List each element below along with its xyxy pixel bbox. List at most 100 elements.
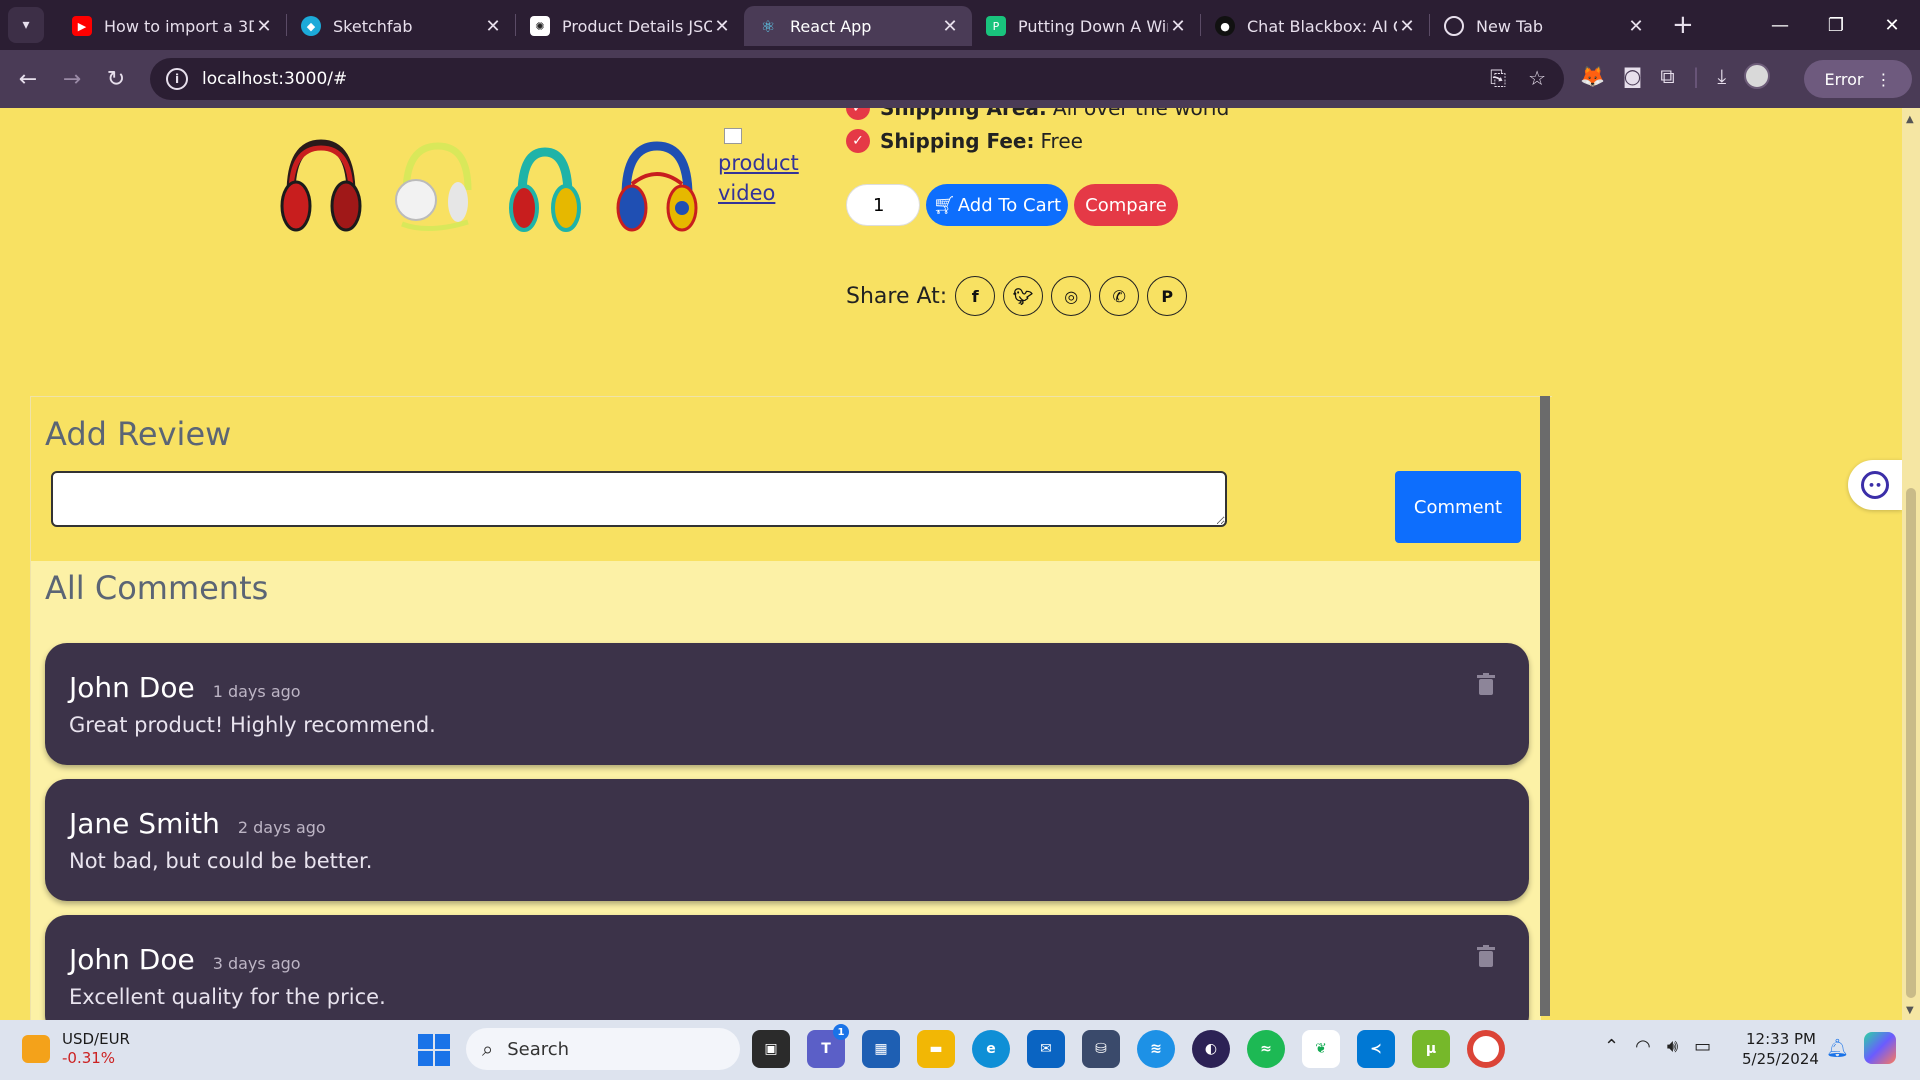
tab-putting-down-wire[interactable]: P Putting Down A Wire ✕ [972,6,1200,46]
comment-button[interactable]: Comment [1395,471,1521,543]
chevron-up-icon[interactable]: ⌃ [1604,1036,1619,1057]
spotify-icon[interactable]: ≈ [1247,1030,1285,1068]
scroll-down-icon[interactable]: ▼ [1906,1005,1914,1016]
product-video-link[interactable]: product video [718,128,799,208]
copilot-icon[interactable] [1864,1032,1896,1064]
thumbnail-white-headphones[interactable] [388,134,478,244]
notification-bell-icon[interactable]: 🔔︎ [1826,1038,1849,1059]
pinterest-icon[interactable]: P [1147,276,1188,316]
close-icon[interactable]: ✕ [1626,16,1646,37]
instagram-icon[interactable]: ◎ [1051,276,1092,316]
reload-icon[interactable]: ↻ [94,67,138,92]
mysql-workbench-icon[interactable]: ⛁ [1082,1030,1120,1068]
facebook-icon[interactable]: f [955,276,996,316]
currency-icon [22,1035,50,1063]
thumbnail-red-headphones[interactable] [276,134,366,244]
scrollbar-thumb[interactable] [1906,488,1916,998]
close-icon[interactable]: ✕ [1168,16,1188,37]
new-tab-button[interactable]: + [1672,10,1694,40]
profile-avatar[interactable] [1744,63,1771,89]
docker-icon[interactable]: ≋ [1137,1030,1175,1068]
close-icon[interactable]: ✕ [1397,16,1417,37]
quantity-input[interactable]: 1 [846,184,920,226]
add-to-cart-button[interactable]: 🛒︎ Add To Cart [926,184,1068,226]
comment-author: John Doe [69,671,195,704]
restore-icon[interactable]: ❐ [1808,15,1864,36]
close-icon[interactable]: ✕ [254,16,274,37]
shipping-fee-value: Free [1040,129,1083,153]
edge-icon[interactable]: e [972,1030,1010,1068]
comment-card: John Doe 3 days ago Excellent quality for… [45,915,1529,1020]
whatsapp-icon[interactable]: ✆ [1099,276,1140,316]
file-explorer-icon[interactable]: ▬ [917,1030,955,1068]
close-window-icon[interactable]: ✕ [1864,15,1920,36]
product-video-alt-text[interactable]: product video [718,148,799,208]
comment-time: 2 days ago [237,818,326,837]
close-icon[interactable]: ✕ [483,16,503,37]
react-icon: ⚛ [760,16,776,36]
teams-badge: 1 [833,1024,849,1040]
comment-card: Jane Smith 2 days ago Not bad, but could … [45,779,1529,901]
close-icon[interactable]: ✕ [940,16,960,37]
mail-icon[interactable]: ✉ [1027,1030,1065,1068]
shipping-area-row: ✓ Shipping Area: All over the world [846,108,1229,120]
mongodb-icon[interactable]: ❦ [1302,1030,1340,1068]
comment-author: Jane Smith [69,807,220,840]
taskbar-search[interactable]: ⌕ Search [466,1028,740,1070]
thumbnail-teal-headphones[interactable] [500,134,590,244]
scroll-up-icon[interactable]: ▲ [1906,114,1914,125]
bookmark-star-icon[interactable]: ☆ [1528,66,1546,90]
extensions-area: 🦊 ◙ ⧉ | ⤓ [1580,63,1771,89]
tab-search-menu-button[interactable]: ▾ [8,7,44,43]
battery-icon[interactable]: ▭ [1694,1036,1711,1057]
assistant-widget-button[interactable]: •• [1848,460,1902,510]
twitter-icon[interactable]: 🐦︎ [1003,276,1044,316]
trash-icon[interactable] [1477,945,1495,967]
check-circle-icon: ✓ [846,108,870,120]
youtube-icon: ▶ [72,16,92,36]
currency-widget[interactable]: USD/EUR -0.31% [22,1030,130,1068]
comment-text: Not bad, but could be better. [69,849,373,873]
site-info-icon[interactable]: i [166,68,188,90]
download-icon[interactable]: ⤓ [1717,64,1726,88]
address-bar[interactable]: i localhost:3000/# ⎘ ☆ [150,58,1564,100]
tab-product-json[interactable]: ✺ Product Details JSON ✕ [516,6,744,46]
extensions-puzzle-icon[interactable]: ⧉ [1660,64,1674,88]
url-text[interactable]: localhost:3000/# [202,69,347,89]
eclipse-icon[interactable]: ◐ [1192,1030,1230,1068]
tab-sketchfab[interactable]: ◆ Sketchfab ✕ [287,6,515,46]
install-app-icon[interactable]: ⎘ [1490,66,1506,90]
broken-image-icon [724,128,742,144]
tab-title: Putting Down A Wire [1018,16,1168,36]
page-scrollbar[interactable]: ▲ ▼ [1902,108,1920,1020]
comment-text: Great product! Highly recommend. [69,713,436,737]
comment-author: John Doe [69,943,195,976]
volume-icon[interactable]: 🔊︎ [1667,1036,1678,1057]
shipping-area-label: Shipping Area: [880,108,1047,120]
error-menu-button[interactable]: Error ⋮ [1804,60,1912,98]
minimize-icon[interactable]: — [1752,15,1808,36]
metamask-icon[interactable]: 🦊 [1580,64,1605,88]
utorrent-icon[interactable]: µ [1412,1030,1450,1068]
windows-start-icon[interactable] [418,1034,450,1066]
tab-youtube[interactable]: ▶ How to import a 3D r ✕ [58,6,286,46]
extension-glasses-icon[interactable]: ◙ [1623,64,1642,88]
thumbnail-blue-headphones[interactable] [612,134,702,244]
tab-blackbox[interactable]: ● Chat Blackbox: AI Co ✕ [1201,6,1429,46]
compare-button[interactable]: Compare [1074,184,1178,226]
forward-icon[interactable]: → [50,67,94,92]
wifi-icon[interactable]: ◠ [1635,1036,1651,1057]
back-icon[interactable]: ← [6,67,50,92]
trash-icon[interactable] [1477,673,1495,695]
chrome-taskbar-icon[interactable] [1467,1030,1505,1068]
tab-react-app[interactable]: ⚛ React App ✕ [744,6,972,46]
task-view-icon[interactable]: ▣ [752,1030,790,1068]
teams-icon[interactable]: T1 [807,1024,849,1068]
vscode-icon[interactable]: ≺ [1357,1030,1395,1068]
microsoft-store-icon[interactable]: ▦ [862,1030,900,1068]
search-placeholder: Search [507,1038,570,1060]
system-clock[interactable]: 12:33 PM 5/25/2024 [1742,1029,1819,1069]
review-textarea[interactable] [51,471,1227,527]
tab-new-tab[interactable]: New Tab ✕ [1430,6,1658,46]
close-icon[interactable]: ✕ [712,16,732,37]
